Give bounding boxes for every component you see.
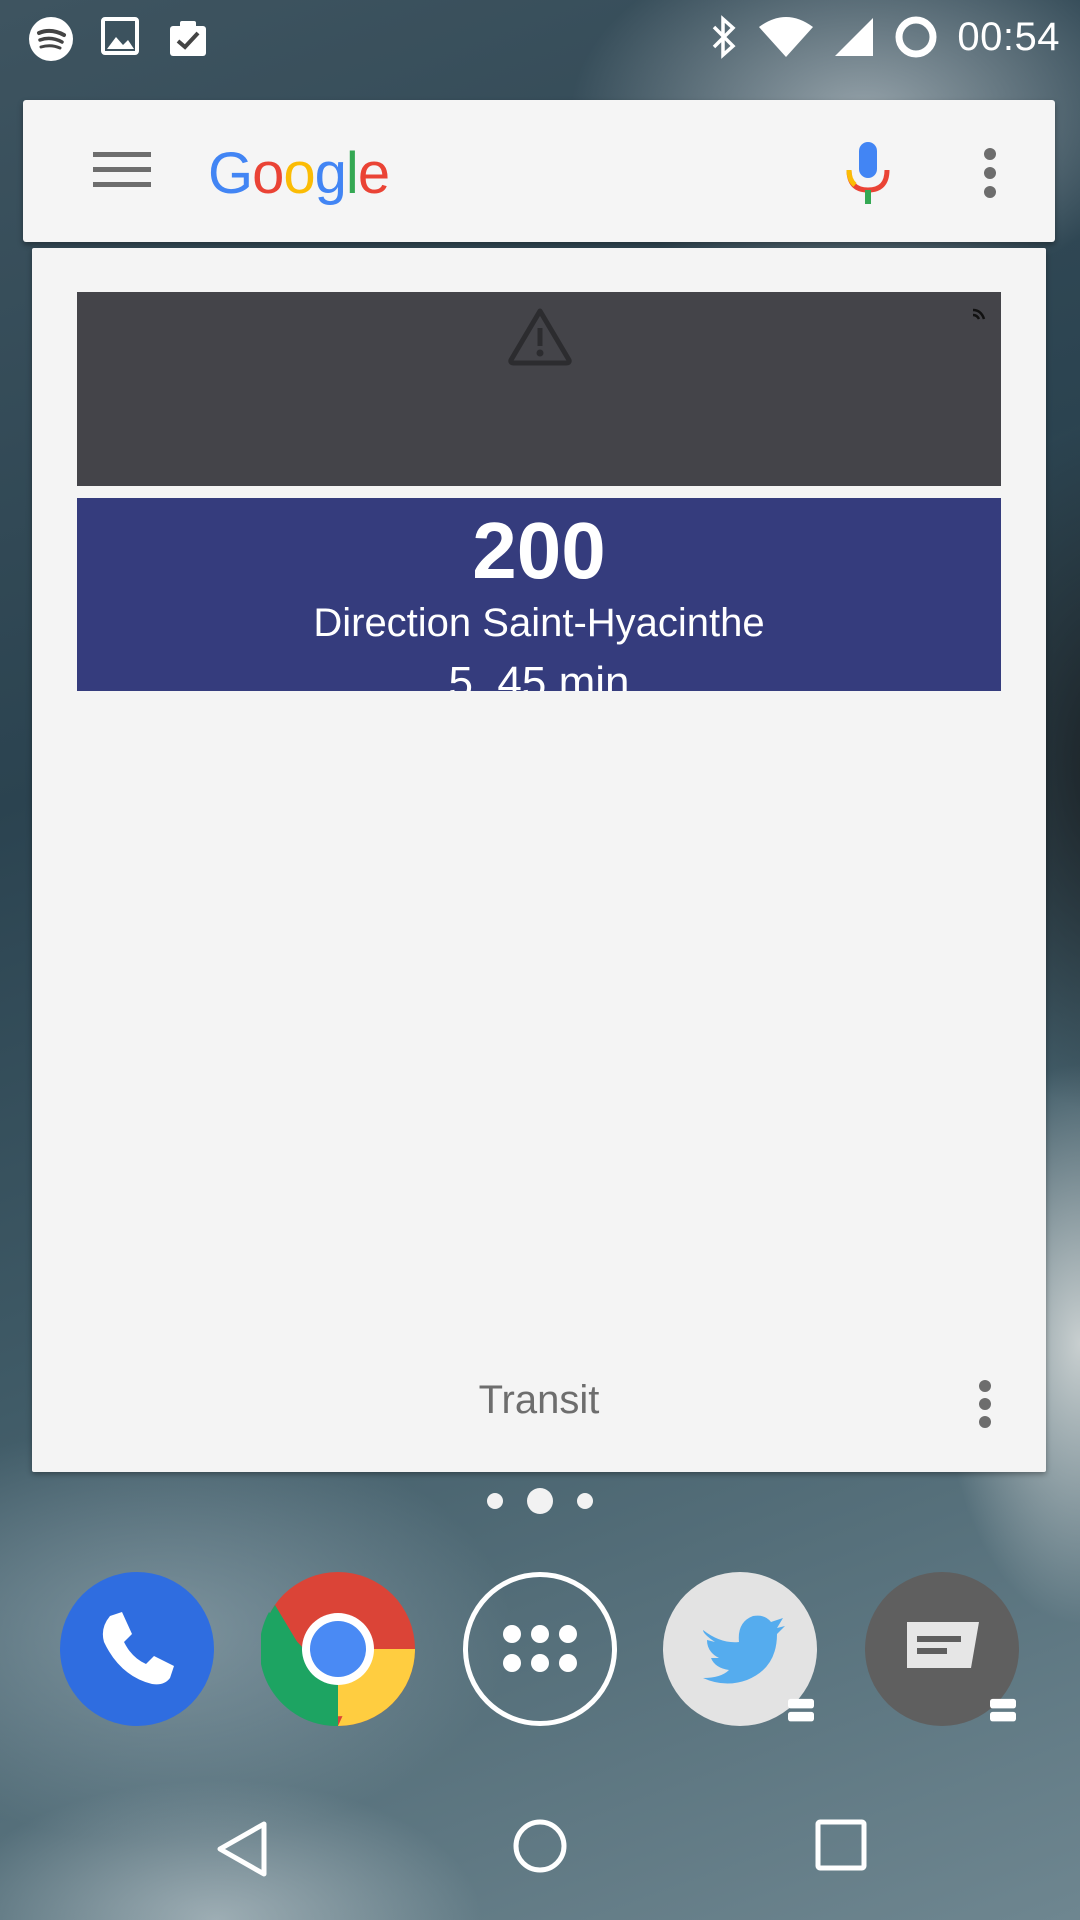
page-dot <box>577 1493 593 1509</box>
system-icons: 00:54 <box>709 14 1060 60</box>
google-logo-letter: o <box>283 141 315 206</box>
wifi-icon <box>757 15 815 59</box>
page-indicator <box>0 1488 1080 1514</box>
status-bar: 00:54 <box>0 0 1080 78</box>
navigation-bar <box>0 1800 1080 1920</box>
messages-app-icon[interactable] <box>865 1572 1019 1726</box>
google-search-bar[interactable]: Google <box>23 100 1055 242</box>
transit-widget[interactable]: 200 Direction Saint-Hyacinthe 5, 45 min … <box>32 248 1046 1472</box>
microphone-icon[interactable] <box>845 140 891 206</box>
route-direction: Direction Saint-Hyacinthe <box>313 601 765 645</box>
departure-times: 5, 45 min <box>448 658 630 691</box>
google-logo-letter: g <box>314 141 347 206</box>
chrome-app-icon[interactable] <box>261 1572 415 1726</box>
widget-overflow-icon[interactable] <box>978 1380 992 1428</box>
route-departure[interactable]: 200 Direction Saint-Hyacinthe 5, 45 min <box>77 498 1001 691</box>
gallery-icon <box>100 16 140 62</box>
clock-time: 00:54 <box>957 14 1060 59</box>
recents-button[interactable] <box>815 1818 867 1872</box>
back-button[interactable] <box>212 1818 272 1880</box>
cell-signal-icon <box>833 16 875 58</box>
alert-banner[interactable] <box>77 292 1001 486</box>
page-dot <box>487 1493 503 1509</box>
warning-icon <box>507 306 573 366</box>
app-drawer-icon[interactable] <box>463 1572 617 1726</box>
widget-title: Transit <box>478 1378 600 1422</box>
notification-icons <box>28 16 210 62</box>
page-dot-active <box>527 1488 553 1514</box>
google-logo-letter: G <box>208 141 253 206</box>
app-dock <box>0 1572 1080 1728</box>
menu-icon[interactable] <box>93 148 151 192</box>
overflow-menu-icon[interactable] <box>983 148 997 198</box>
google-logo-letter: e <box>357 141 390 206</box>
google-logo-letter: o <box>252 141 284 206</box>
spotify-icon <box>28 16 74 62</box>
sync-icon <box>971 306 987 322</box>
google-logo-letter: l <box>345 141 359 206</box>
route-number: 200 <box>472 506 606 595</box>
battery-ring-icon <box>893 14 939 60</box>
google-logo: Google <box>208 140 390 207</box>
bluetooth-icon <box>709 15 739 59</box>
home-button[interactable] <box>512 1818 568 1874</box>
twitter-app-icon[interactable] <box>663 1572 817 1726</box>
phone-app-icon[interactable] <box>60 1572 214 1726</box>
clipboard-check-icon <box>166 16 210 62</box>
